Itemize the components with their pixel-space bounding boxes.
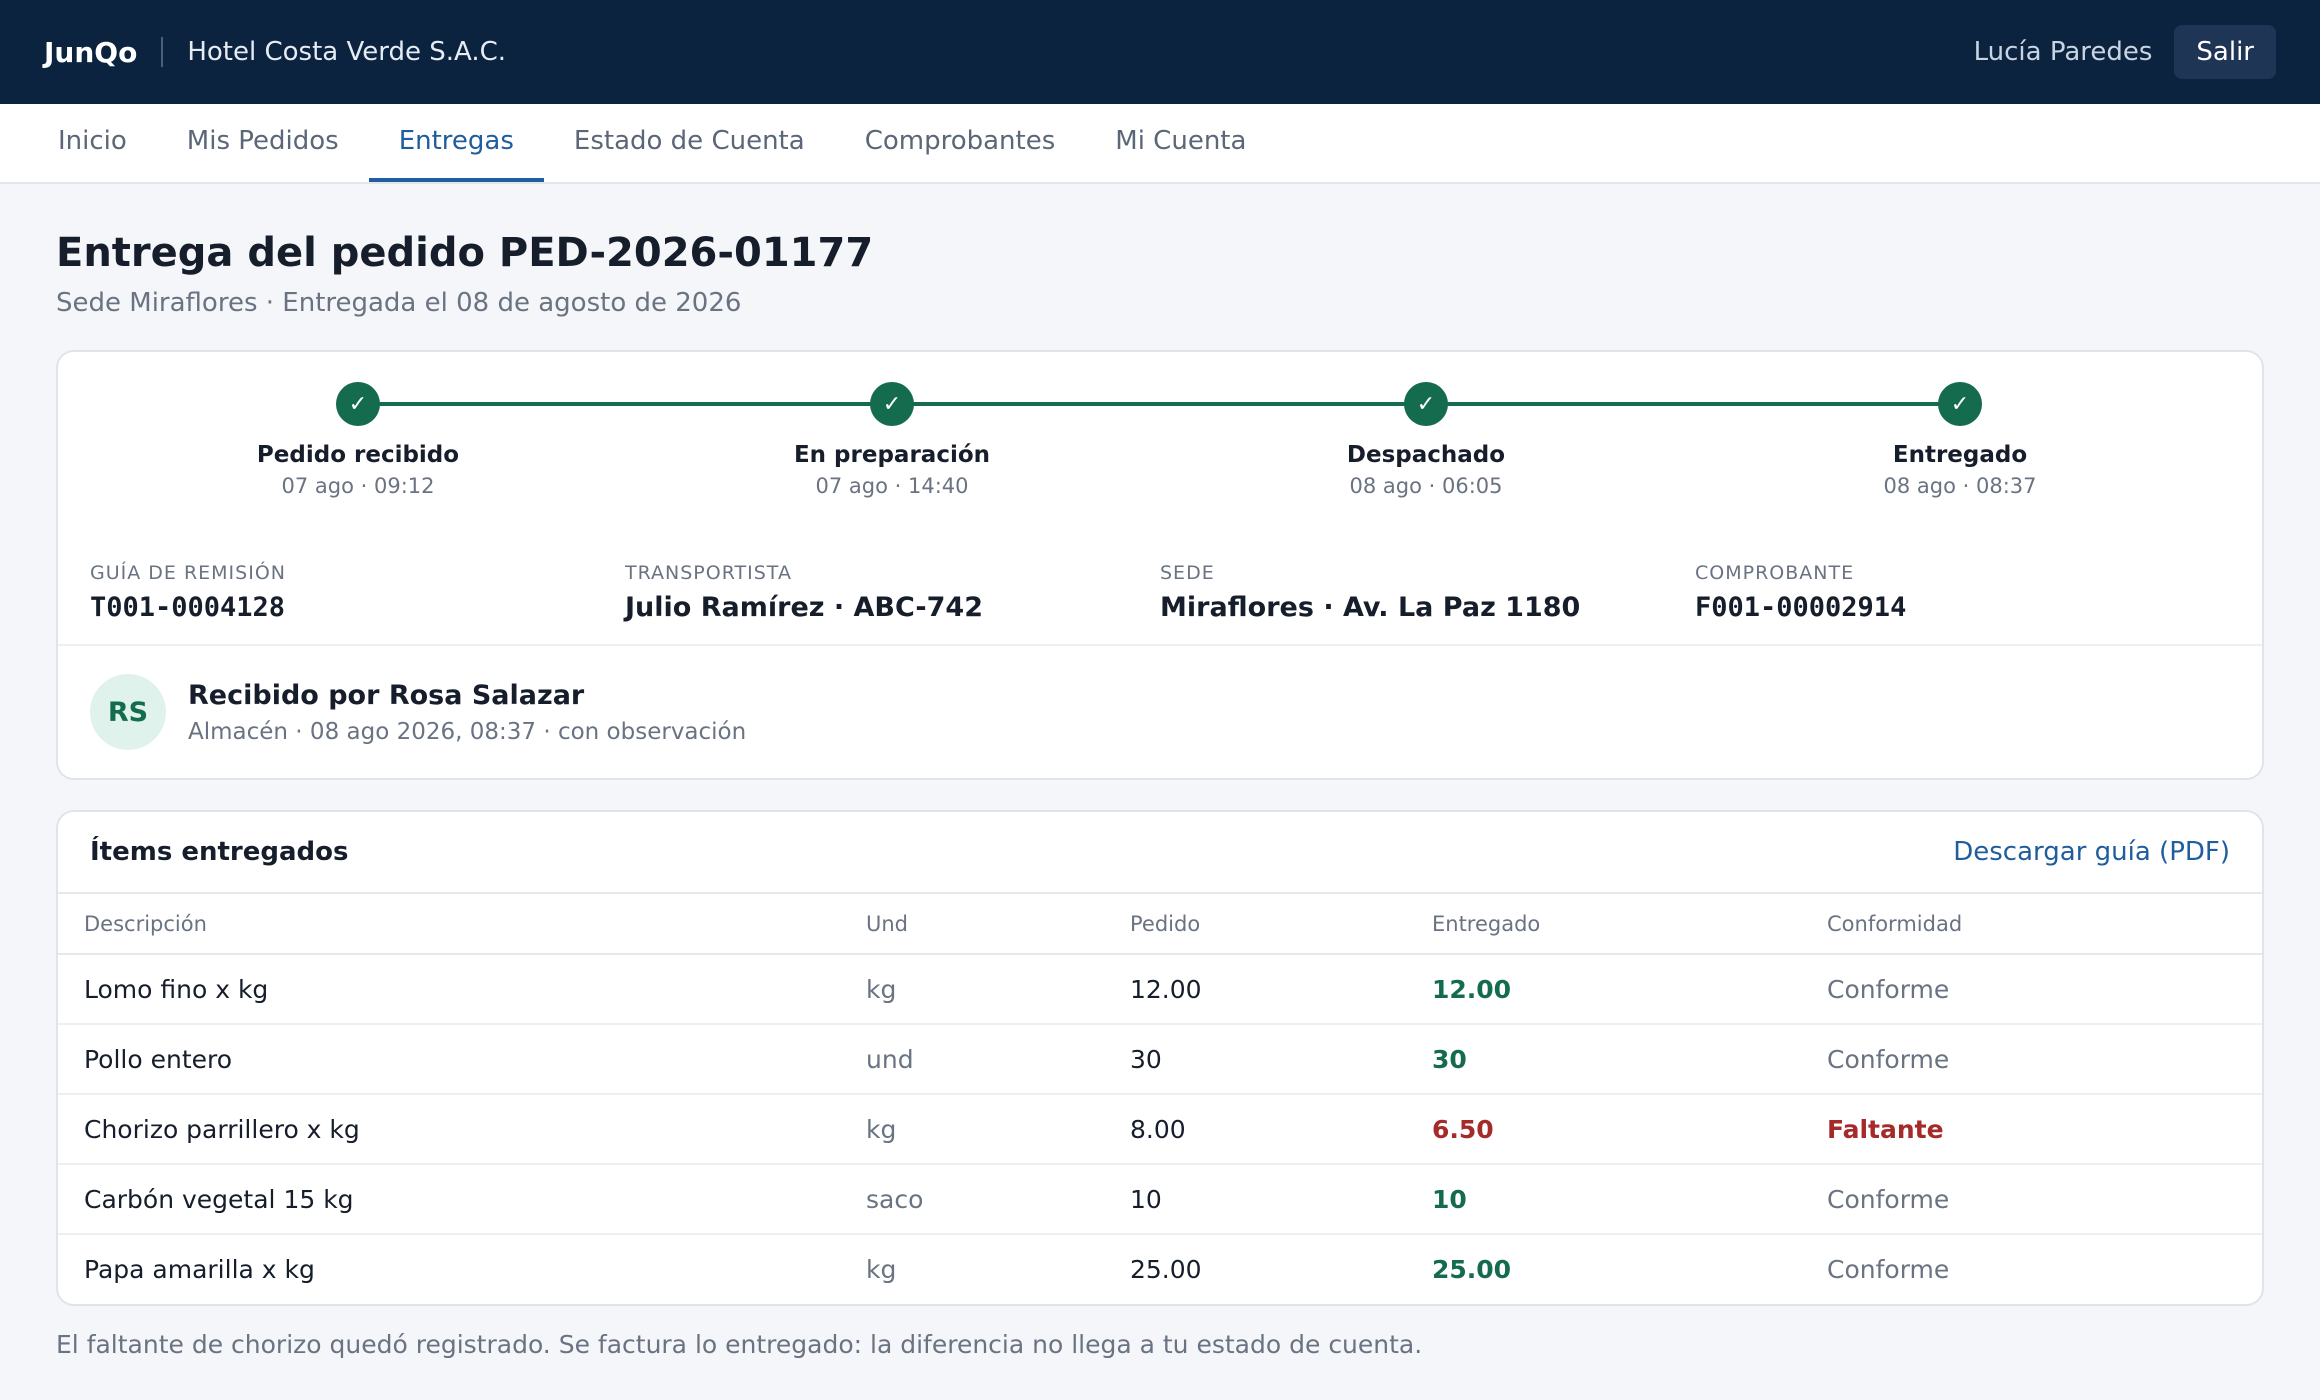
cell-conformidad: Conforme [1827,1255,1950,1284]
items-title: Ítems entregados [90,837,349,867]
timeline-track [358,402,1958,406]
meta-transportista: TRANSPORTISTA Julio Ramírez · ABC-742 [625,562,1160,644]
items-header: Ítems entregados Descargar guía (PDF) [58,812,2262,894]
meta-label: SEDE [1160,562,1215,584]
receiver-meta: Almacén · 08 ago 2026, 08:37 · con obser… [188,718,747,745]
timeline-step-recibido: ✓ Pedido recibido 07 ago · 09:12 [168,382,548,498]
cell-descripcion: Lomo fino x kg [58,954,866,1025]
cell-und: und [866,1024,1130,1095]
cell-und: kg [866,1094,1130,1165]
cell-und: kg [866,1255,897,1284]
step-label: Despachado [1346,442,1506,468]
user-name: Lucía Paredes [1973,37,2153,67]
footnote: El faltante de chorizo quedó registrado.… [56,1330,1423,1359]
table-row: Chorizo parrillero x kg kg 8.00 6.50 Fal… [58,1094,2262,1165]
table-header-row: Descripción Und Pedido Entregado Conform… [58,894,2262,955]
tab-estado-de-cuenta[interactable]: Estado de Cuenta [544,104,835,182]
delivery-meta: GUÍA DE REMISIÓN T001-0004128 TRANSPORTI… [58,518,2262,644]
tab-comprobantes[interactable]: Comprobantes [835,104,1086,182]
items-table: Descripción Und Pedido Entregado Conform… [58,894,2262,1304]
cell-descripcion: Pollo entero [58,1024,866,1095]
check-icon: ✓ [336,382,380,426]
cell-und: kg [866,954,1130,1025]
check-icon: ✓ [1938,382,1982,426]
cell-conformidad: Conforme [1827,1164,2262,1235]
brand-divider [161,37,164,67]
tab-entregas[interactable]: Entregas [368,104,544,182]
cell-descripcion: Chorizo parrillero x kg [58,1094,866,1165]
meta-sede: SEDE Miraflores · Av. La Paz 1180 [1160,562,1695,644]
cell-conformidad: Faltante [1827,1094,2262,1165]
step-label: En preparación [793,442,991,468]
sede-value: Miraflores · Av. La Paz 1180 [1160,592,1581,623]
step-label: Pedido recibido [256,442,460,468]
col-descripcion: Descripción [58,894,866,955]
items-card: Ítems entregados Descargar guía (PDF) De… [56,810,2264,1306]
cell-entregado: 25.00 [1432,1255,1512,1284]
cell-pedido: 25.00 [1130,1255,1202,1284]
step-label: Entregado [1892,442,2028,468]
col-pedido: Pedido [1130,894,1432,955]
step-time: 07 ago · 14:40 [815,474,969,498]
cell-conformidad: Conforme [1827,1024,2262,1095]
page-subtitle: Sede Miraflores · Entregada el 08 de ago… [56,288,742,318]
transportista-value: Julio Ramírez · ABC-742 [625,592,984,623]
receiver-info: Recibido por Rosa Salazar Almacén · 08 a… [188,680,746,745]
col-und: Und [866,894,1130,955]
tab-mi-cuenta[interactable]: Mi Cuenta [1085,104,1276,182]
meta-label: COMPROBANTE [1695,562,1855,584]
meta-guia: GUÍA DE REMISIÓN T001-0004128 [90,562,625,644]
col-conformidad: Conformidad [1827,894,2262,955]
cell-conformidad: Conforme [1827,954,2262,1025]
delivery-timeline: ✓ Pedido recibido 07 ago · 09:12 ✓ En pr… [58,352,2262,518]
top-bar: JunQo Hotel Costa Verde S.A.C. Lucía Par… [0,0,2320,104]
step-time: 08 ago · 06:05 [1349,474,1503,498]
timeline-step-preparacion: ✓ En preparación 07 ago · 14:40 [702,382,1082,498]
avatar: RS [90,674,166,750]
cell-descripcion: Carbón vegetal 15 kg [58,1164,866,1235]
check-icon: ✓ [1404,382,1448,426]
table-row: Lomo fino x kg kg 12.00 12.00 Conforme [58,954,2262,1025]
delivery-card: ✓ Pedido recibido 07 ago · 09:12 ✓ En pr… [56,350,2264,780]
receiver-title: Recibido por Rosa Salazar [188,679,585,711]
comprobante-number: F001-00002914 [1695,592,1907,623]
check-icon: ✓ [870,382,914,426]
brand-logo[interactable]: JunQo [44,36,137,69]
cell-pedido: 8.00 [1130,1094,1432,1165]
meta-label: GUÍA DE REMISIÓN [90,562,286,584]
cell-pedido: 30 [1130,1024,1432,1095]
col-entregado: Entregado [1432,894,1827,955]
table-row: Pollo entero und 30 30 Conforme [58,1024,2262,1095]
cell-pedido: 12.00 [1130,954,1432,1025]
timeline-step-despachado: ✓ Despachado 08 ago · 06:05 [1236,382,1616,498]
tab-mis-pedidos[interactable]: Mis Pedidos [157,104,369,182]
cell-entregado: 30 [1432,1024,1827,1095]
tab-inicio[interactable]: Inicio [28,104,157,182]
step-time: 07 ago · 09:12 [281,474,435,498]
cell-und: saco [866,1164,1130,1235]
meta-label: TRANSPORTISTA [625,562,792,584]
company-name: Hotel Costa Verde S.A.C. [187,37,507,67]
download-guia-link[interactable]: Descargar guía (PDF) [1953,837,2230,867]
step-time: 08 ago · 08:37 [1883,474,2037,498]
page-title: Entrega del pedido PED-2026-01177 [56,230,874,276]
guia-number: T001-0004128 [90,592,286,623]
table-row: Carbón vegetal 15 kg saco 10 10 Conforme [58,1164,2262,1235]
receiver-row: RS Recibido por Rosa Salazar Almacén · 0… [58,644,2262,778]
meta-comprobante: COMPROBANTE F001-00002914 [1695,562,2230,644]
cell-entregado: 6.50 [1432,1094,1827,1165]
timeline-step-entregado: ✓ Entregado 08 ago · 08:37 [1770,382,2150,498]
cell-descripcion: Papa amarilla x kg [84,1255,315,1284]
cell-entregado: 12.00 [1432,954,1827,1025]
logout-button[interactable]: Salir [2174,25,2276,79]
main-nav: Inicio Mis Pedidos Entregas Estado de Cu… [0,104,2320,184]
cell-pedido: 10 [1130,1164,1432,1235]
main-content: Entrega del pedido PED-2026-01177 Sede M… [0,230,2320,1359]
table-row: Papa amarilla x kg kg 25.00 25.00 Confor… [58,1234,2262,1304]
cell-entregado: 10 [1432,1164,1827,1235]
